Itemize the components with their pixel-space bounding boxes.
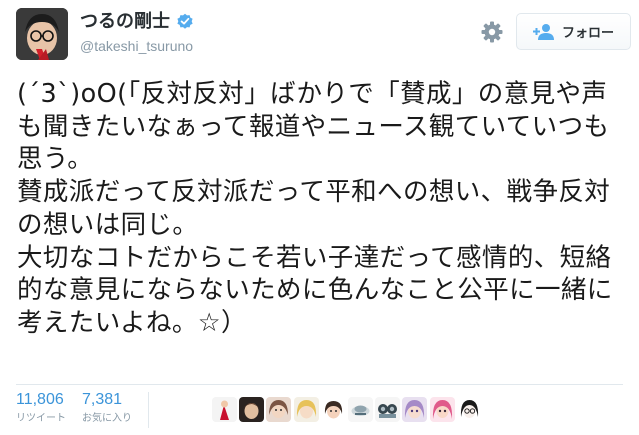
retweet-label: リツイート bbox=[16, 413, 66, 424]
favoriter-avatar[interactable] bbox=[293, 397, 319, 422]
retweet-count[interactable]: 11,806 bbox=[16, 390, 66, 410]
stats-separator bbox=[148, 392, 149, 428]
user-handle[interactable]: @takeshi_tsuruno bbox=[80, 37, 193, 55]
favoriter-avatar[interactable] bbox=[347, 397, 373, 422]
stats-divider bbox=[16, 384, 623, 385]
favoriter-avatar[interactable] bbox=[402, 397, 428, 422]
favoriter-avatar[interactable] bbox=[456, 397, 482, 422]
favoriter-avatar[interactable] bbox=[266, 397, 292, 422]
favorite-label: お気に入り bbox=[82, 413, 132, 424]
follow-button-label: フォロー bbox=[561, 26, 614, 41]
tweet-text: (´3`)oO(「反対反対」ばかりで「賛成」の意見や声も聞きたいなぁって報道やニ… bbox=[17, 79, 613, 338]
favoriter-avatar[interactable] bbox=[429, 397, 455, 422]
verified-badge-icon bbox=[176, 13, 194, 31]
display-name[interactable]: つるの剛士 bbox=[80, 11, 194, 33]
user-avatar[interactable] bbox=[16, 8, 68, 60]
tweet-stats: 11,806 リツイート 7,381 お気に入り bbox=[16, 390, 163, 430]
add-user-icon bbox=[532, 23, 555, 41]
tweet-header: つるの剛士 @takeshi_tsuruno フォロー bbox=[0, 0, 639, 74]
favoriter-avatar[interactable] bbox=[320, 397, 346, 422]
favorite-count[interactable]: 7,381 bbox=[82, 390, 132, 410]
favoriter-avatar[interactable] bbox=[239, 397, 265, 422]
favoriter-avatars bbox=[212, 397, 484, 422]
favorite-stat[interactable]: 7,381 お気に入り bbox=[82, 390, 132, 430]
favoriter-avatar[interactable] bbox=[375, 397, 401, 422]
retweet-stat[interactable]: 11,806 リツイート bbox=[16, 390, 66, 430]
favoriter-avatar[interactable] bbox=[212, 397, 237, 422]
gear-icon[interactable] bbox=[480, 20, 504, 44]
follow-button[interactable]: フォロー bbox=[516, 13, 631, 50]
display-name-text[interactable]: つるの剛士 bbox=[80, 11, 170, 33]
